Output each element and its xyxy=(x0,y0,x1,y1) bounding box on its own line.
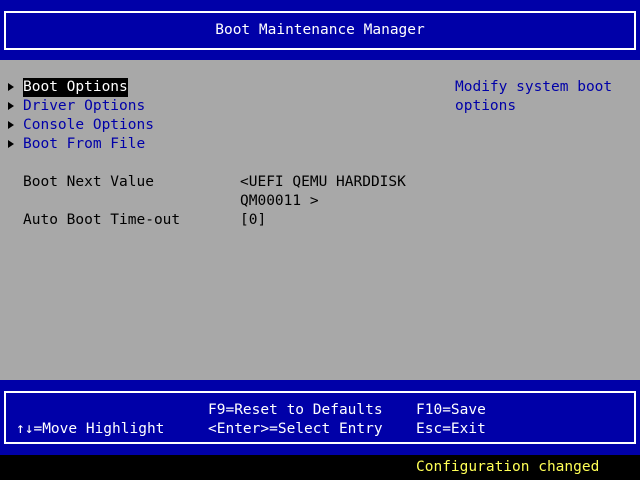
title-bar: Boot Maintenance Manager xyxy=(0,0,640,60)
arrow-right-icon xyxy=(8,121,14,129)
arrow-right-icon xyxy=(8,83,14,91)
key-help-save: F10=Save xyxy=(416,402,486,418)
boot-next-value[interactable]: <UEFI QEMU HARDDISK xyxy=(240,173,406,192)
help-text-line1: Modify system boot xyxy=(455,79,613,95)
auto-boot-timeout-value[interactable]: [0] xyxy=(240,211,266,230)
main-panel: Boot Options Driver Options Console Opti… xyxy=(0,60,640,380)
arrow-right-icon xyxy=(8,140,14,148)
help-text-line2: options xyxy=(455,98,517,114)
menu-item-console-options[interactable]: Console Options xyxy=(23,116,154,135)
page-title: Boot Maintenance Manager xyxy=(4,11,636,50)
key-help-reset-defaults: F9=Reset to Defaults xyxy=(208,402,383,418)
status-message: Configuration changed xyxy=(416,459,600,475)
key-help-exit: Esc=Exit xyxy=(416,421,486,437)
menu-item-boot-from-file[interactable]: Boot From File xyxy=(23,135,145,154)
auto-boot-timeout-label: Auto Boot Time-out xyxy=(23,212,181,228)
menu-item-boot-options[interactable]: Boot Options xyxy=(23,78,128,97)
key-help-move-highlight: ↑↓=Move Highlight xyxy=(16,421,165,437)
arrow-right-icon xyxy=(8,102,14,110)
status-bar: Configuration changed xyxy=(0,455,640,480)
key-help-select-entry: <Enter>=Select Entry xyxy=(208,421,383,437)
boot-next-label: Boot Next Value xyxy=(23,174,154,190)
menu-item-driver-options[interactable]: Driver Options xyxy=(23,97,145,116)
boot-next-value-cont[interactable]: QM00011 > xyxy=(240,192,319,211)
key-help-footer: ↑↓=Move Highlight F9=Reset to Defaults <… xyxy=(0,380,640,455)
